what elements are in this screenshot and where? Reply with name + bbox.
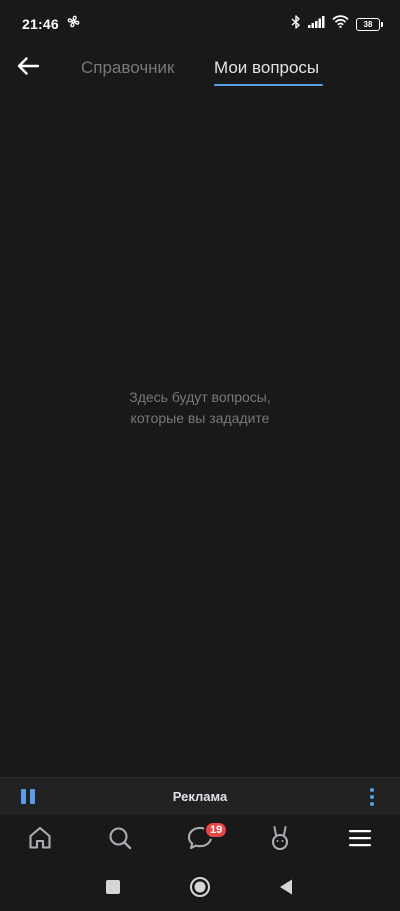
empty-state-line-2: которые вы зададите xyxy=(130,410,270,426)
search-icon[interactable] xyxy=(105,823,135,853)
home-icon[interactable] xyxy=(25,823,55,853)
tab-reference[interactable]: Справочник xyxy=(81,48,175,88)
signal-icon xyxy=(308,15,325,33)
bottom-tab-bar: 19 xyxy=(0,815,400,861)
more-vertical-icon[interactable] xyxy=(367,786,377,808)
status-bar: 21:46 38 xyxy=(0,0,400,48)
back-triangle-icon[interactable] xyxy=(273,874,299,900)
battery-level: 38 xyxy=(363,19,373,29)
fan-icon xyxy=(67,15,80,33)
back-button[interactable] xyxy=(14,54,42,82)
ad-player-bar[interactable]: Реклама xyxy=(0,777,400,815)
pause-icon[interactable] xyxy=(21,789,35,805)
status-time: 21:46 xyxy=(22,16,59,32)
messages-badge: 19 xyxy=(204,821,229,839)
empty-state-message: Здесь будут вопросы, которые вы зададите xyxy=(0,387,400,429)
menu-icon[interactable] xyxy=(345,823,375,853)
active-tab-indicator xyxy=(214,84,323,86)
arrow-left-icon xyxy=(17,56,40,80)
recent-apps-icon[interactable] xyxy=(100,874,126,900)
wifi-icon xyxy=(332,15,349,33)
ad-label: Реклама xyxy=(172,789,228,804)
status-right: 38 xyxy=(291,14,383,34)
bluetooth-icon xyxy=(291,14,301,34)
home-button-icon[interactable] xyxy=(187,874,213,900)
battery-icon: 38 xyxy=(356,17,383,31)
status-left: 21:46 xyxy=(22,15,80,33)
system-nav-bar xyxy=(0,861,400,911)
empty-state-line-1: Здесь будут вопросы, xyxy=(129,389,271,405)
tab-my-questions[interactable]: Мои вопросы xyxy=(214,48,319,88)
clips-icon[interactable] xyxy=(265,823,295,853)
top-nav: Справочник Мои вопросы xyxy=(0,48,400,88)
